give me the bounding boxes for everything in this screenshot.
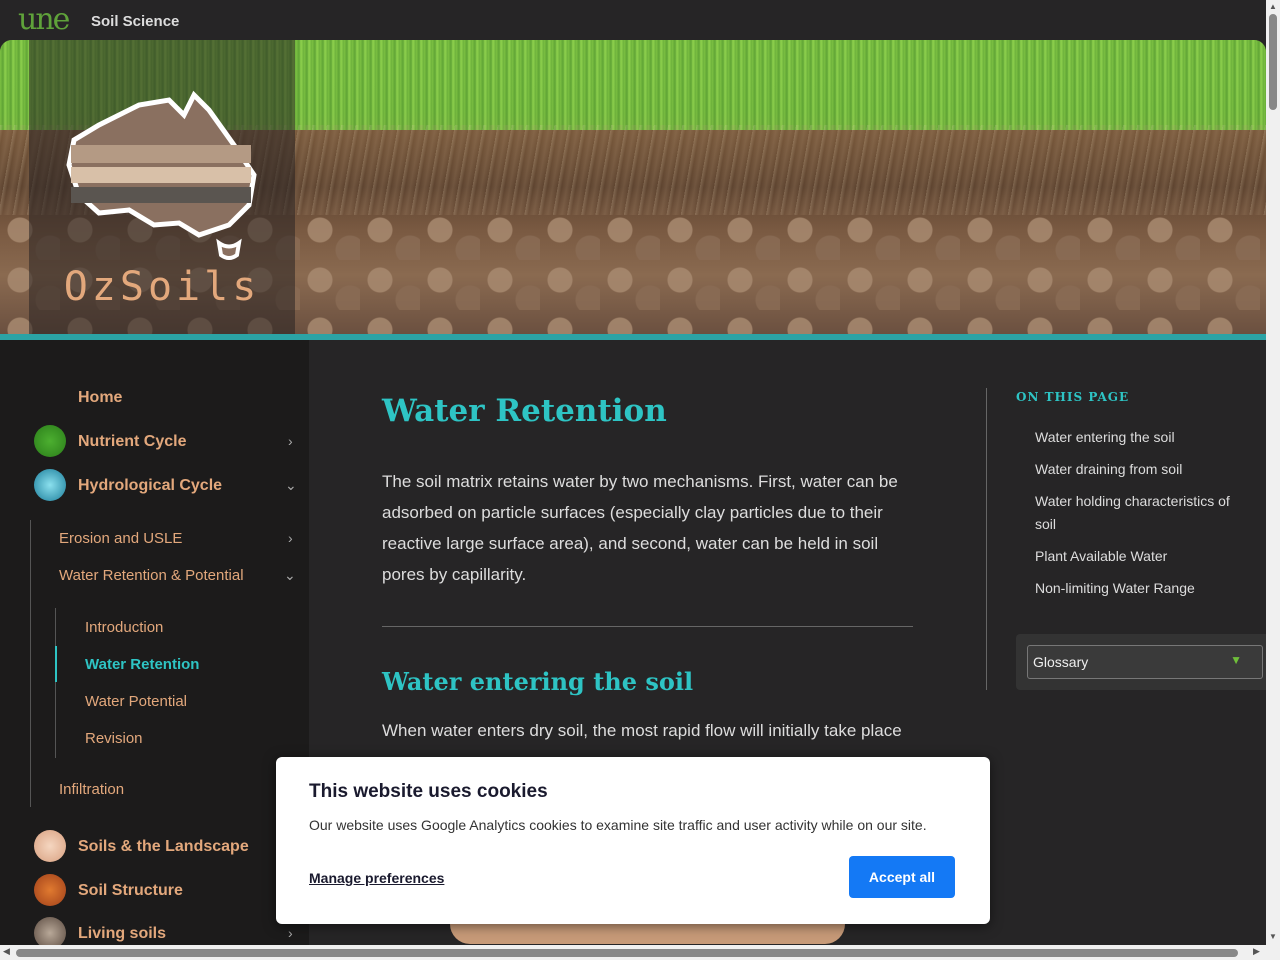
scroll-right-icon[interactable]: ▶	[1253, 946, 1260, 957]
toc-divider	[986, 388, 987, 690]
toc-heading: ON THIS PAGE	[1016, 390, 1130, 404]
toc-link[interactable]: Water entering the soil	[1035, 426, 1245, 449]
horizontal-scrollbar[interactable]: ◀ ▶	[0, 945, 1266, 960]
toc-link[interactable]: Water holding characteristics of soil	[1035, 490, 1245, 536]
tree-guide-line	[30, 520, 31, 807]
chevron-down-icon[interactable]: ⌄	[284, 567, 296, 584]
sidebar-nav: Home Nutrient Cycle › Hydrological Cycle…	[0, 340, 309, 949]
sidebar-item-water-retention-potential[interactable]: Water Retention & Potential	[59, 567, 244, 584]
top-bar: une Soil Science	[0, 0, 1266, 40]
sidebar-item-revision[interactable]: Revision	[85, 730, 143, 747]
cookie-text: Our website uses Google Analytics cookie…	[309, 817, 927, 833]
chevron-right-icon[interactable]: ›	[288, 925, 293, 941]
chevron-down-icon[interactable]: ⌄	[285, 477, 297, 494]
australia-map-icon	[66, 90, 257, 260]
accept-all-button[interactable]: Accept all	[849, 856, 955, 898]
cookie-banner: This website uses cookies Our website us…	[276, 757, 990, 924]
sidebar-item-home[interactable]: Home	[78, 389, 122, 407]
active-indicator	[55, 646, 57, 682]
manage-preferences-link[interactable]: Manage preferences	[309, 870, 444, 886]
page-title: Water Retention	[382, 393, 667, 429]
content-image	[450, 924, 845, 944]
nutrient-cycle-icon	[34, 425, 66, 457]
dropdown-arrow-icon: ▼	[1230, 653, 1242, 667]
ozsoils-wordmark: OzSoils	[63, 264, 261, 310]
tree-guide-line	[55, 608, 56, 758]
vertical-scrollbar[interactable]: ▲ ▼	[1266, 0, 1280, 945]
soil-structure-icon	[34, 874, 66, 906]
sidebar-item-nutrient-cycle[interactable]: Nutrient Cycle	[78, 433, 186, 451]
sidebar-item-water-potential[interactable]: Water Potential	[85, 693, 187, 710]
scroll-thumb[interactable]	[1269, 14, 1277, 110]
sidebar-item-hydrological-cycle[interactable]: Hydrological Cycle	[78, 477, 222, 495]
scroll-corner	[1266, 945, 1280, 960]
cookie-title: This website uses cookies	[309, 781, 548, 802]
scroll-up-icon[interactable]: ▲	[1269, 2, 1277, 11]
sidebar-item-erosion[interactable]: Erosion and USLE	[59, 530, 182, 547]
sidebar-item-water-retention[interactable]: Water Retention	[85, 656, 199, 673]
sidebar-item-living-soils[interactable]: Living soils	[78, 925, 166, 943]
sidebar-item-introduction[interactable]: Introduction	[85, 619, 163, 636]
toc-link[interactable]: Non-limiting Water Range	[1035, 577, 1245, 600]
site-name[interactable]: Soil Science	[91, 13, 179, 30]
glossary-label: Glossary	[1033, 654, 1089, 670]
hydrological-cycle-icon	[34, 469, 66, 501]
section-heading: Water entering the soil	[382, 667, 694, 696]
toc-link[interactable]: Water draining from soil	[1035, 458, 1245, 481]
divider	[382, 626, 913, 627]
scroll-left-icon[interactable]: ◀	[3, 946, 10, 957]
scroll-down-icon[interactable]: ▼	[1269, 932, 1277, 941]
sidebar-item-soil-structure[interactable]: Soil Structure	[78, 882, 183, 900]
ozsoils-badge[interactable]: OzSoils	[29, 40, 295, 334]
scroll-thumb[interactable]	[16, 949, 1238, 957]
sidebar-item-infiltration[interactable]: Infiltration	[59, 781, 124, 798]
intro-paragraph: The soil matrix retains water by two mec…	[382, 472, 898, 584]
une-logo[interactable]: une	[18, 2, 70, 37]
chevron-right-icon[interactable]: ›	[288, 433, 293, 449]
hero-banner: OzSoils	[0, 40, 1266, 334]
toc-link[interactable]: Plant Available Water	[1035, 545, 1245, 568]
glossary-select[interactable]: Glossary ▼	[1027, 645, 1263, 679]
section-paragraph: When water enters dry soil, the most rap…	[382, 721, 902, 740]
chevron-right-icon[interactable]: ›	[288, 530, 293, 546]
soils-landscape-icon	[34, 830, 66, 862]
sidebar-item-soils-landscape[interactable]: Soils & the Landscape	[78, 838, 249, 856]
